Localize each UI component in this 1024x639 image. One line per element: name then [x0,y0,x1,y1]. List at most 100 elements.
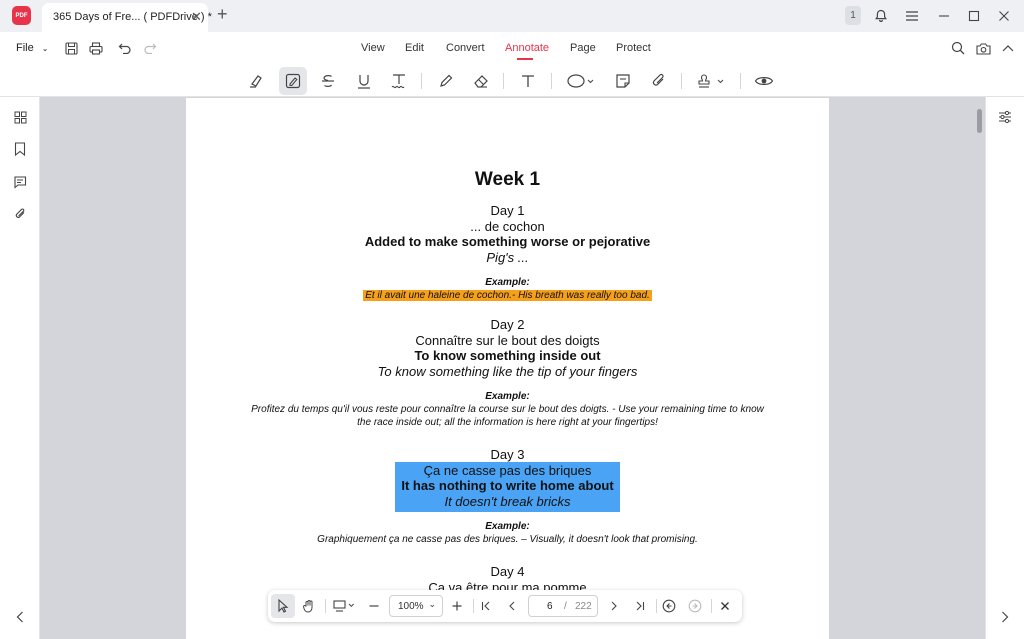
annotation-toolbar [0,65,1024,97]
toolbar-divider [421,73,422,89]
highlight-text-icon[interactable] [279,67,307,95]
view-mode-icon[interactable] [330,594,360,618]
orange-highlight-annotation[interactable]: Et il avait une haleine de cochon.- His … [363,290,652,301]
go-back-icon[interactable] [657,594,681,618]
day-heading: Day 3 [490,447,525,462]
go-forward-icon[interactable] [683,594,707,618]
underline-icon[interactable] [350,67,378,95]
document-workspace[interactable]: Week 1 Day 1 ... de cochon Added to make… [40,97,985,639]
highlight-area-icon[interactable] [243,67,271,95]
toolbar-divider [681,73,682,89]
document-tab[interactable]: 365 Days of Fre... ( PDFDrive ) * ✕ [42,3,212,32]
toolbar-divider [551,73,552,89]
active-tab-indicator [517,58,533,60]
english-meaning: To know something inside out [414,348,601,363]
chevron-down-icon: ⌄ [428,599,436,609]
week-title: Week 1 [474,169,541,190]
attachment-icon[interactable] [645,67,673,95]
text-box-icon[interactable] [514,67,542,95]
close-tab-icon[interactable]: ✕ [191,9,202,25]
literal-translation: To know something like the tip of your f… [377,364,638,379]
close-window-icon[interactable] [994,0,1014,32]
page-separator: / [564,601,567,612]
select-cursor-icon[interactable] [271,594,295,618]
first-page-icon[interactable] [474,594,498,618]
total-pages: 222 [575,601,592,612]
toolbar-divider [503,73,504,89]
example-sentence: Profitez du temps qu'il vous reste pour … [251,404,764,415]
zoom-out-icon[interactable] [362,594,386,618]
minimize-icon[interactable] [934,0,954,32]
squiggly-underline-icon[interactable] [385,67,413,95]
new-tab-icon[interactable]: + [217,4,228,25]
app-logo: PDF [12,6,31,25]
eye-preview-icon[interactable] [750,67,778,95]
shape-ellipse-icon[interactable] [562,67,598,95]
literal-translation: It doesn't break bricks [444,494,571,509]
tab-page[interactable]: Page [570,42,596,54]
literal-translation: Pig's ... [486,250,529,265]
title-bar: PDF 365 Days of Fre... ( PDFDrive ) * ✕ … [0,0,1024,32]
paperclip-icon[interactable] [12,206,28,222]
zoom-level-select[interactable]: 100% ⌄ [389,595,443,617]
previous-page-icon[interactable] [500,594,524,618]
close-icon[interactable] [713,594,737,618]
tab-edit[interactable]: Edit [405,42,424,54]
bar-divider [711,599,712,613]
strikethrough-icon[interactable] [314,67,342,95]
tab-title: 365 Days of Fre... ( PDFDrive ) * [53,11,212,23]
eraser-icon[interactable] [467,67,495,95]
chevron-left-icon[interactable] [12,609,28,625]
pencil-icon[interactable] [432,67,460,95]
zoom-level-value: 100% [398,600,424,612]
hamburger-menu-icon[interactable] [902,0,922,32]
notification-count-badge[interactable]: 1 [845,6,861,25]
chevron-right-icon[interactable] [997,609,1013,625]
example-sentence: Et il avait une haleine de cochon.- His … [186,290,829,301]
english-meaning: Added to make something worse or pejorat… [364,234,651,249]
example-label: Example: [485,277,530,288]
bar-divider [325,599,326,613]
redo-icon[interactable] [142,40,158,56]
example-sentence-continued: the race inside out; all the information… [357,417,658,428]
undo-icon[interactable] [117,40,133,56]
maximize-icon[interactable] [964,0,984,32]
page-number-input[interactable]: 6 / 222 [528,595,598,617]
stamp-icon[interactable] [692,67,728,95]
page-navigation-bar: 100% ⌄ 6 / 222 [268,590,742,622]
day-heading: Day 4 [490,564,525,579]
french-phrase: Ça ne casse pas des briques [423,463,592,478]
screenshot-camera-icon[interactable] [975,40,991,56]
file-menu[interactable]: File ⌄ [16,42,49,54]
current-page-number: 6 [547,601,553,612]
bell-icon[interactable] [871,0,891,32]
save-icon[interactable] [63,40,79,56]
tab-protect[interactable]: Protect [616,42,651,54]
right-sidebar [985,97,1024,639]
sticky-note-icon[interactable] [609,67,637,95]
chevron-up-icon[interactable] [1000,40,1016,56]
search-icon[interactable] [950,40,966,56]
next-page-icon[interactable] [602,594,626,618]
english-meaning: It has nothing to write home about [401,478,614,493]
french-phrase: ... de cochon [470,219,545,234]
hand-pan-icon[interactable] [297,594,321,618]
left-sidebar [0,97,40,639]
pdf-page[interactable]: Week 1 Day 1 ... de cochon Added to make… [186,98,829,639]
menu-bar: File ⌄ View Edit Convert Annotate Page P… [0,32,1024,65]
example-label: Example: [485,391,530,402]
day-heading: Day 2 [490,317,525,332]
tab-view[interactable]: View [361,42,385,54]
comment-icon[interactable] [12,174,28,190]
properties-sliders-icon[interactable] [997,109,1013,125]
bookmark-icon[interactable] [12,141,28,157]
tab-annotate[interactable]: Annotate [505,42,549,54]
chevron-down-icon: ⌄ [41,44,49,53]
vertical-scrollbar[interactable] [977,109,982,133]
last-page-icon[interactable] [628,594,652,618]
file-menu-label: File [16,42,34,54]
print-icon[interactable] [88,40,104,56]
zoom-in-icon[interactable] [445,594,469,618]
thumbnails-icon[interactable] [12,109,28,125]
tab-convert[interactable]: Convert [446,42,485,54]
